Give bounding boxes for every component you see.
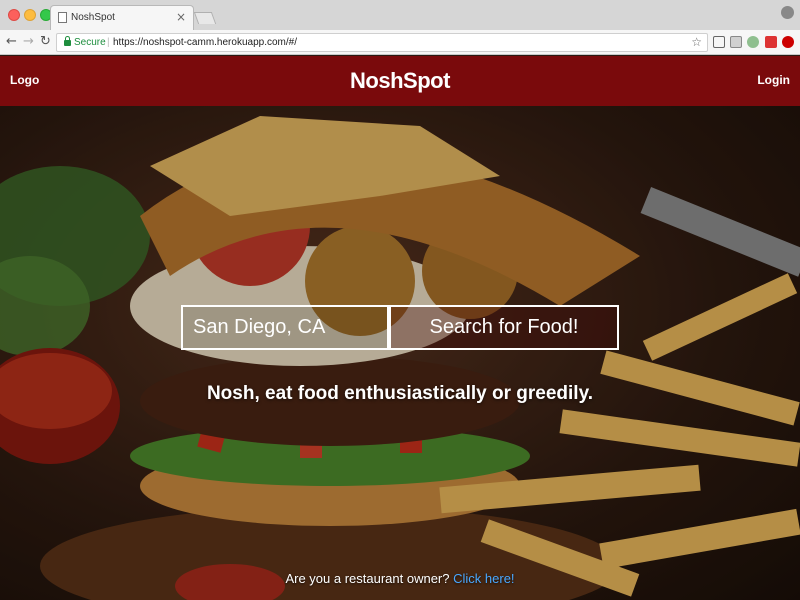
adblock-icon[interactable] [782,36,794,48]
star-icon[interactable]: ☆ [691,35,702,49]
hero-tagline: Nosh, eat food enthusiastically or greed… [206,383,594,404]
page-icon [58,12,67,23]
profile-icon[interactable] [781,6,794,19]
extension-doc-icon[interactable] [730,36,742,48]
browser-toolbar: ← → ↻ Secure | https://noshspot-camm.her… [0,30,800,55]
url-text[interactable]: https://noshspot-camm.herokuapp.com/#/ [113,37,297,48]
brand-title: NoshSpot [350,68,450,93]
login-link[interactable]: Login [757,73,790,87]
restaurant-owner-prompt: Are you a restaurant owner? Click here! [0,571,800,586]
back-icon[interactable]: ← [6,34,17,49]
site-header: Logo NoshSpot Login [0,56,800,106]
tab-close-icon[interactable]: × [176,10,186,24]
url-separator: | [107,37,110,48]
cast-icon[interactable] [713,36,725,48]
extension-leaf-icon[interactable] [747,36,759,48]
hero-banner [0,106,800,600]
browser-tab[interactable]: NoshSpot × [50,5,194,30]
address-bar[interactable]: Secure | https://noshspot-camm.herokuapp… [56,33,708,52]
tab-title: NoshSpot [71,12,115,23]
window-minimize-button[interactable] [24,9,36,21]
owner-prompt-text: Are you a restaurant owner? [285,571,450,586]
forward-icon[interactable]: → [23,34,34,49]
hero-overlay [0,106,800,600]
search-bar: Search for Food! [181,305,619,350]
new-tab-button[interactable] [193,12,217,24]
location-input[interactable] [181,305,389,350]
window-close-button[interactable] [8,9,20,21]
browser-tab-bar: NoshSpot × [0,0,800,30]
secure-label: Secure [74,37,106,48]
extension-pdf-icon[interactable] [765,36,777,48]
search-food-button[interactable]: Search for Food! [389,305,619,350]
reload-icon[interactable]: ↻ [40,34,51,49]
lock-icon [64,36,71,46]
owner-signup-link[interactable]: Click here! [453,571,514,586]
